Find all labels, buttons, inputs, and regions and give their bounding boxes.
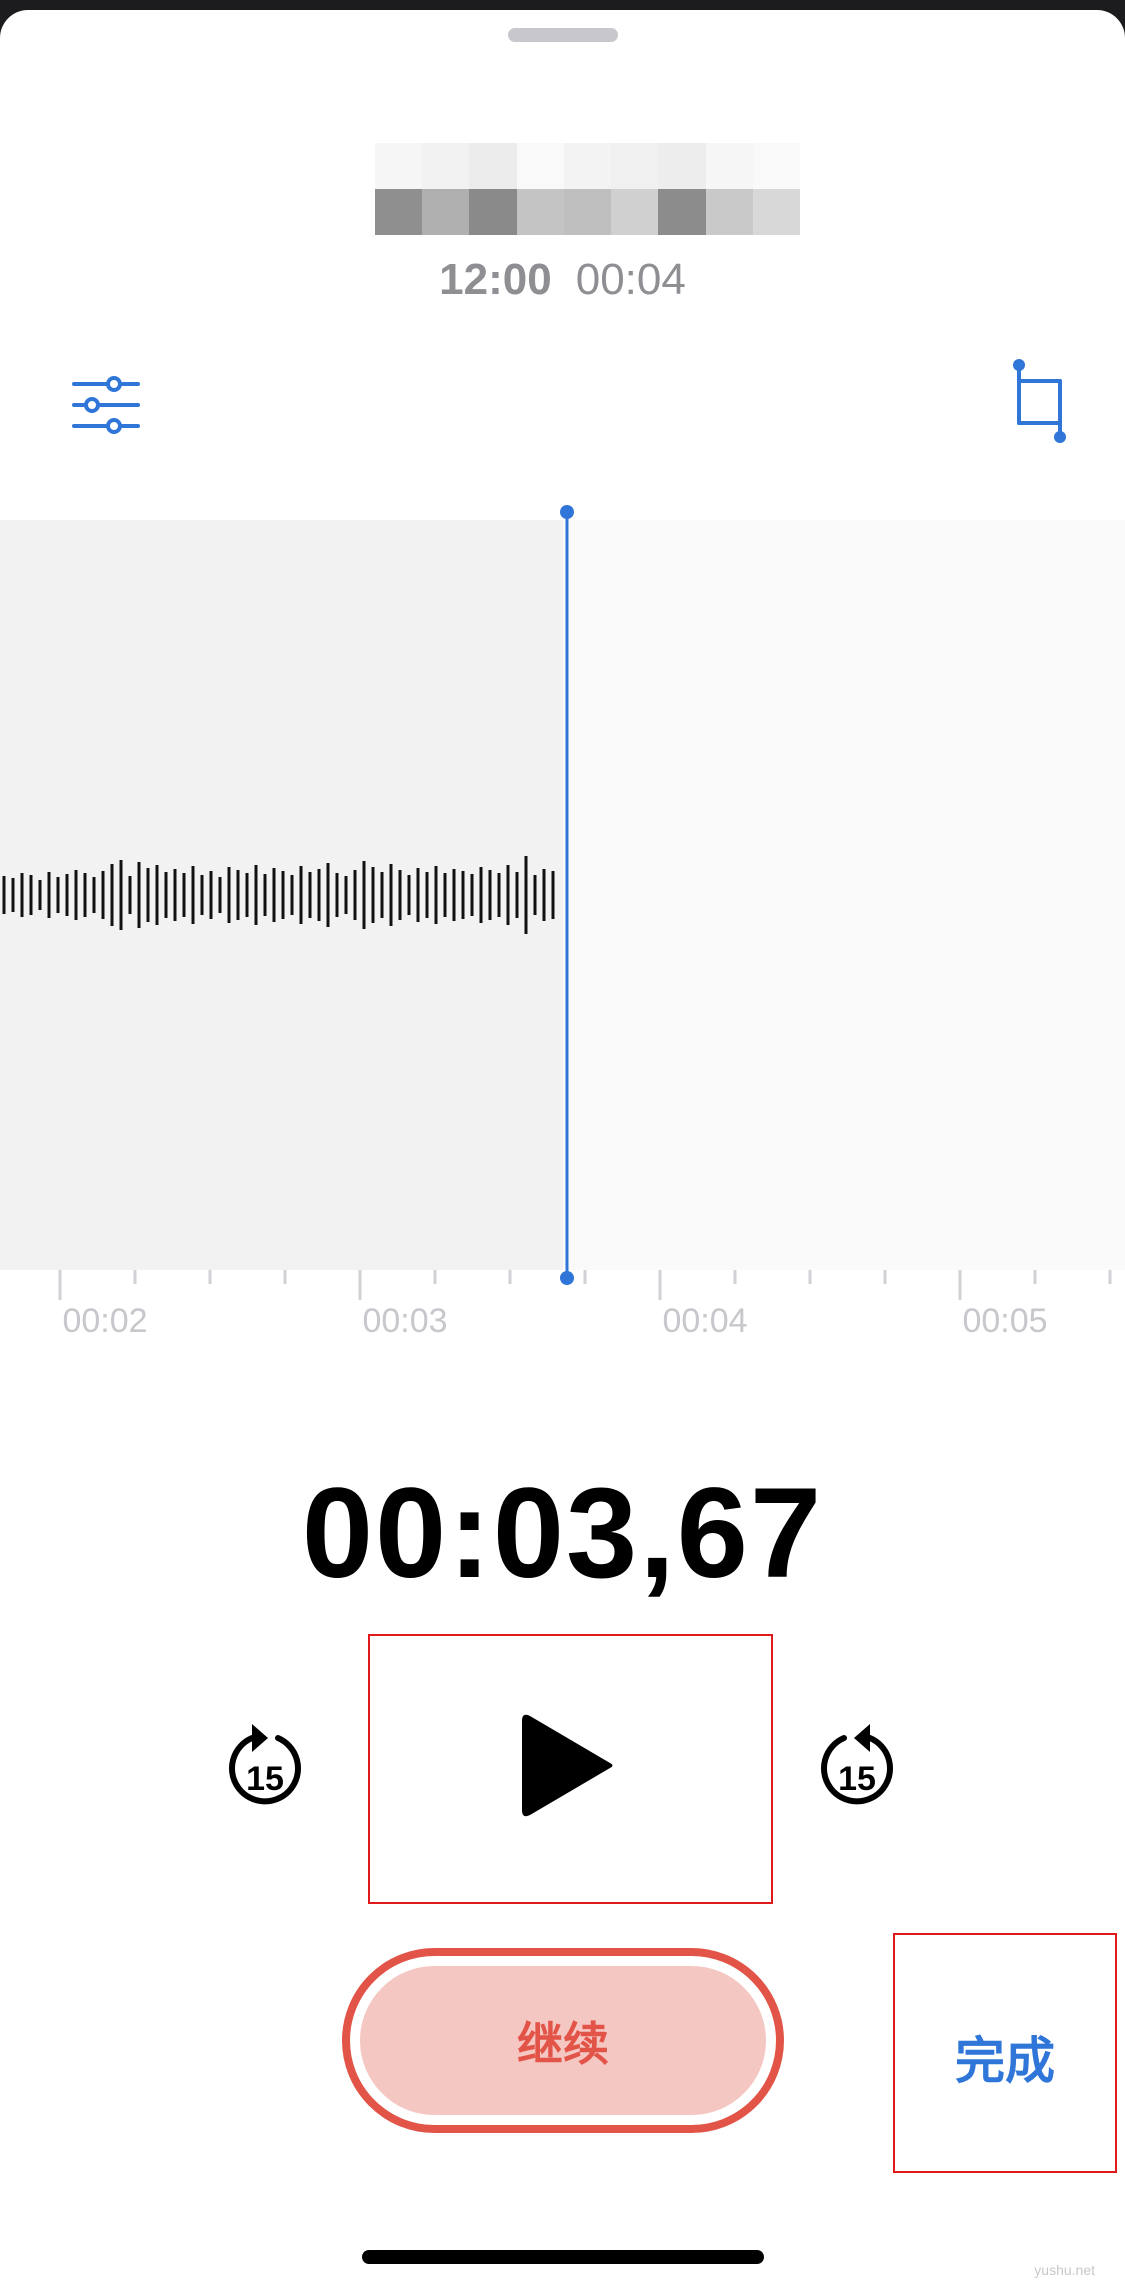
home-indicator[interactable] [362, 2250, 764, 2264]
tick-label: 00:02 [62, 1302, 148, 1340]
playhead[interactable] [560, 505, 574, 1285]
tick-label: 00:04 [662, 1302, 748, 1340]
sheet-grabber[interactable] [508, 28, 618, 42]
done-label: 完成 [955, 2033, 1055, 2089]
screen: 12:00 00:04 00:02 00:03 00:04 00:05 00:0… [0, 0, 1125, 2285]
skip-forward-label: 15 [838, 1760, 876, 1798]
recording-meta: 12:00 00:04 [0, 255, 1125, 305]
done-button[interactable]: 完成 [893, 1933, 1117, 2173]
resume-button[interactable]: 继续 [342, 1948, 784, 2133]
sliders-icon[interactable] [70, 370, 142, 440]
crop-icon[interactable] [1005, 355, 1075, 445]
tick-label: 00:05 [962, 1302, 1048, 1340]
recording-duration: 00:04 [575, 255, 686, 304]
recording-title-pixelated[interactable] [375, 143, 800, 235]
waveform-empty-area[interactable] [563, 520, 1125, 1270]
waveform [2, 856, 555, 934]
play-icon[interactable] [518, 1708, 618, 1823]
goforward-15-icon[interactable]: 15 [814, 1718, 900, 1814]
watermark: yushu.net [1034, 2262, 1095, 2278]
skip-back-label: 15 [246, 1760, 284, 1798]
current-playback-time: 00:03,67 [301, 1462, 824, 1605]
recording-clock-time: 12:00 [439, 255, 552, 304]
tick-label: 00:03 [362, 1302, 448, 1340]
timeline-ruler [58, 1270, 1112, 1300]
resume-label: 继续 [360, 1966, 766, 2115]
gobackward-15-icon[interactable]: 15 [222, 1718, 308, 1814]
